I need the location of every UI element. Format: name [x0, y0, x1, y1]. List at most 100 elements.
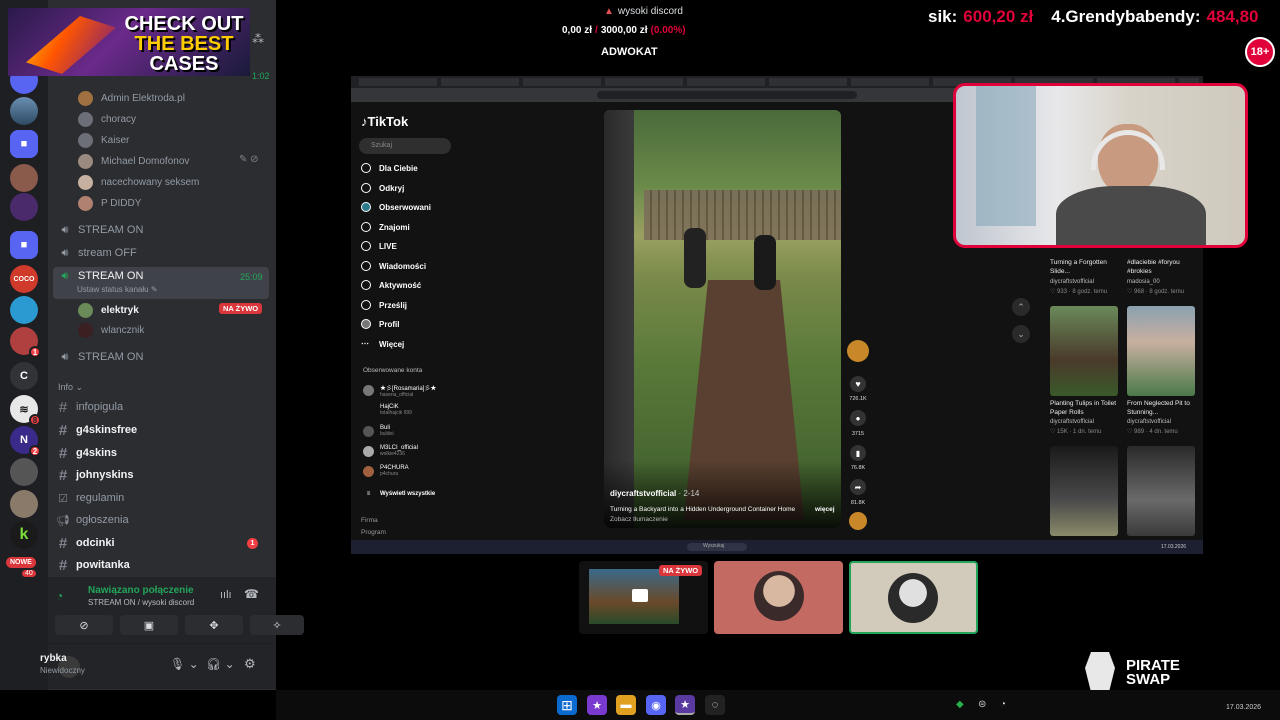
app-icon[interactable]: ◌ — [705, 695, 725, 715]
folder-icon[interactable]: ▬ — [616, 695, 636, 715]
add-user-icon[interactable]: ⁂ — [252, 32, 264, 46]
server-icon[interactable] — [10, 458, 38, 486]
voice-user[interactable]: Admin Elektroda.pl — [78, 88, 185, 108]
text-channel[interactable]: # g4skinsfree — [56, 420, 268, 440]
category-header[interactable]: Info ⌄ — [58, 382, 83, 393]
tiktok-nav-explore[interactable]: Odkryj — [361, 179, 404, 197]
tiktok-nav-more[interactable]: ⋯ Więcej — [361, 335, 404, 353]
tray-icon[interactable]: ⊜ — [978, 699, 986, 710]
folder-icon[interactable]: ■ — [10, 130, 38, 158]
video-thumbnail[interactable] — [1050, 446, 1118, 536]
avatar — [363, 465, 374, 477]
server-icon[interactable] — [10, 490, 38, 518]
app-icon[interactable]: ★ — [587, 695, 607, 715]
screen-share-button[interactable]: ▣ — [120, 615, 178, 635]
server-icon[interactable]: ≋ 8 — [10, 395, 41, 426]
avatar — [78, 111, 93, 127]
text-channel[interactable]: # g4skins — [56, 443, 268, 463]
video-thumbnail[interactable] — [1127, 306, 1195, 396]
voice-user[interactable]: Kaiser — [78, 130, 129, 150]
text-channel[interactable]: # odcinki 1 — [56, 533, 268, 553]
voice-channel[interactable]: 🔊︎ STREAM ON — [56, 346, 268, 368]
footer-link[interactable]: Firma — [361, 517, 378, 524]
video-thumbnail[interactable] — [1050, 306, 1118, 396]
thumb-meta: ♡ 933 · 8 godz. temu — [1050, 289, 1108, 295]
show-all-link[interactable]: ≡ Wyświetl wszystkie — [363, 486, 436, 502]
server-icon[interactable] — [10, 193, 38, 221]
comment-icon[interactable]: ● — [850, 410, 866, 426]
tiktok-nav-upload[interactable]: Prześlij — [361, 296, 407, 314]
heart-icon[interactable]: ♥ — [850, 376, 866, 392]
tiktok-nav-messages[interactable]: Wiadomości — [361, 257, 426, 275]
video-thumbnail[interactable] — [1127, 446, 1195, 536]
voice-channel-active[interactable]: 🔊︎ STREAM ON — [56, 265, 268, 287]
video-author[interactable]: diycraftstvofficial · 2-14 — [610, 489, 699, 498]
tiktok-nav-for-you[interactable]: Dla Ciebie — [361, 159, 418, 177]
tiktok-nav-friends[interactable]: Znajomi — [361, 218, 410, 236]
followed-account[interactable]: M3LCI_official wolkie4236 — [363, 443, 418, 459]
text-channel[interactable]: # infopigula — [56, 397, 268, 417]
server-icon[interactable]: k — [10, 521, 38, 549]
server-icon[interactable]: N2 — [10, 426, 41, 457]
voice-channel[interactable]: 🔊︎ stream OFF — [56, 242, 268, 264]
tiktok-logo[interactable]: ♪TikTok — [361, 114, 408, 129]
voice-channel[interactable]: 🔊︎ STREAM ON — [56, 219, 268, 241]
folder-icon[interactable]: ■ — [10, 231, 38, 259]
tiktok-video[interactable]: diycraftstvofficial · 2-14 Turning a Bac… — [604, 110, 841, 528]
server-icon[interactable]: 1 — [10, 327, 41, 358]
participant-tile[interactable] — [714, 561, 843, 634]
participant-tile-screen[interactable]: NA ŻYWO — [579, 561, 708, 634]
thumb-meta: ♡ 15K · 1 dn. temu — [1050, 429, 1102, 435]
tiktok-search-input[interactable]: Szukaj — [359, 138, 451, 154]
server-icon[interactable]: COCO — [10, 265, 38, 293]
followed-account[interactable]: ★彡[Rosamaria]彡★ hasena_official — [363, 382, 436, 398]
soundboard-button[interactable]: ✧ — [250, 615, 304, 635]
text-channel[interactable]: ☑ regulamin — [56, 488, 268, 508]
activities-button[interactable]: ✥ — [185, 615, 243, 635]
tray-icon[interactable]: ◔ — [1000, 699, 1006, 710]
author-avatar[interactable] — [847, 340, 869, 362]
bookmark-icon[interactable]: ▮ — [850, 445, 866, 461]
chevron-up-icon[interactable]: ⌃ — [1012, 298, 1030, 316]
thumb-meta: ♡ 989 · 4 dn. temu — [1127, 429, 1178, 435]
server-icon[interactable] — [10, 296, 38, 324]
tiktok-nav-live[interactable]: LIVE — [361, 237, 397, 255]
settings-icon[interactable]: ⚙ — [244, 656, 256, 672]
tiktok-nav-activity[interactable]: Aktywność — [361, 276, 421, 294]
tiktok-nav-profile[interactable]: Profil — [361, 315, 399, 333]
text-channel[interactable]: 📢︎ ogłoszenia — [56, 510, 268, 530]
footer-link[interactable]: Program — [361, 529, 386, 536]
voice-user[interactable]: Michael Domofonov — [78, 151, 189, 171]
disconnect-icon[interactable]: ☎ — [244, 587, 259, 601]
text-channel[interactable]: # powitanka — [56, 555, 268, 575]
translate-link[interactable]: Zobacz tłumaczenie — [610, 516, 668, 523]
server-icon[interactable]: C — [10, 362, 38, 390]
server-icon[interactable] — [10, 164, 38, 192]
tiktok-nav-following[interactable]: Obserwowani — [361, 198, 431, 216]
voice-user[interactable]: P DIDDY — [78, 193, 141, 213]
participant-tile-speaking[interactable] — [849, 561, 978, 634]
more-link[interactable]: więcej — [815, 506, 835, 513]
music-disc-icon[interactable] — [849, 512, 867, 530]
discord-icon[interactable]: ◉ — [646, 695, 666, 715]
windows-start-icon[interactable]: ⊞ — [557, 695, 577, 715]
chevron-down-icon[interactable]: ⌄ — [1012, 325, 1030, 343]
microphone-icon[interactable]: 🎙︎ ⌄ — [170, 657, 199, 671]
server-icon[interactable] — [10, 97, 38, 125]
noise-icon[interactable]: ıılı — [220, 589, 232, 601]
voice-user[interactable]: wlancznik — [78, 320, 144, 340]
text-channel[interactable]: # johnyskins — [56, 465, 268, 485]
connection-channel[interactable]: STREAM ON / wysoki discord — [40, 598, 240, 607]
headphones-icon[interactable]: 🎧︎ ⌄ — [206, 657, 235, 671]
followed-account[interactable]: Buli buliiixi — [363, 423, 394, 439]
channel-status[interactable]: Ustaw status kanału ✎ — [77, 285, 158, 294]
camera-off-button[interactable]: ⊘ — [55, 615, 113, 635]
followed-account[interactable]: P4CHURA p4chura — [363, 463, 409, 479]
share-icon[interactable]: ➦ — [850, 479, 866, 495]
voice-user[interactable]: choracy — [78, 109, 136, 129]
voice-user[interactable]: nacechowany seksem — [78, 172, 199, 192]
tray-icon[interactable]: ◆ — [956, 699, 964, 710]
voice-user[interactable]: elektryk — [78, 300, 139, 320]
followed-account[interactable]: HajCiK totalhajcik 999 — [363, 402, 412, 418]
app-icon[interactable]: ★ — [675, 695, 695, 715]
